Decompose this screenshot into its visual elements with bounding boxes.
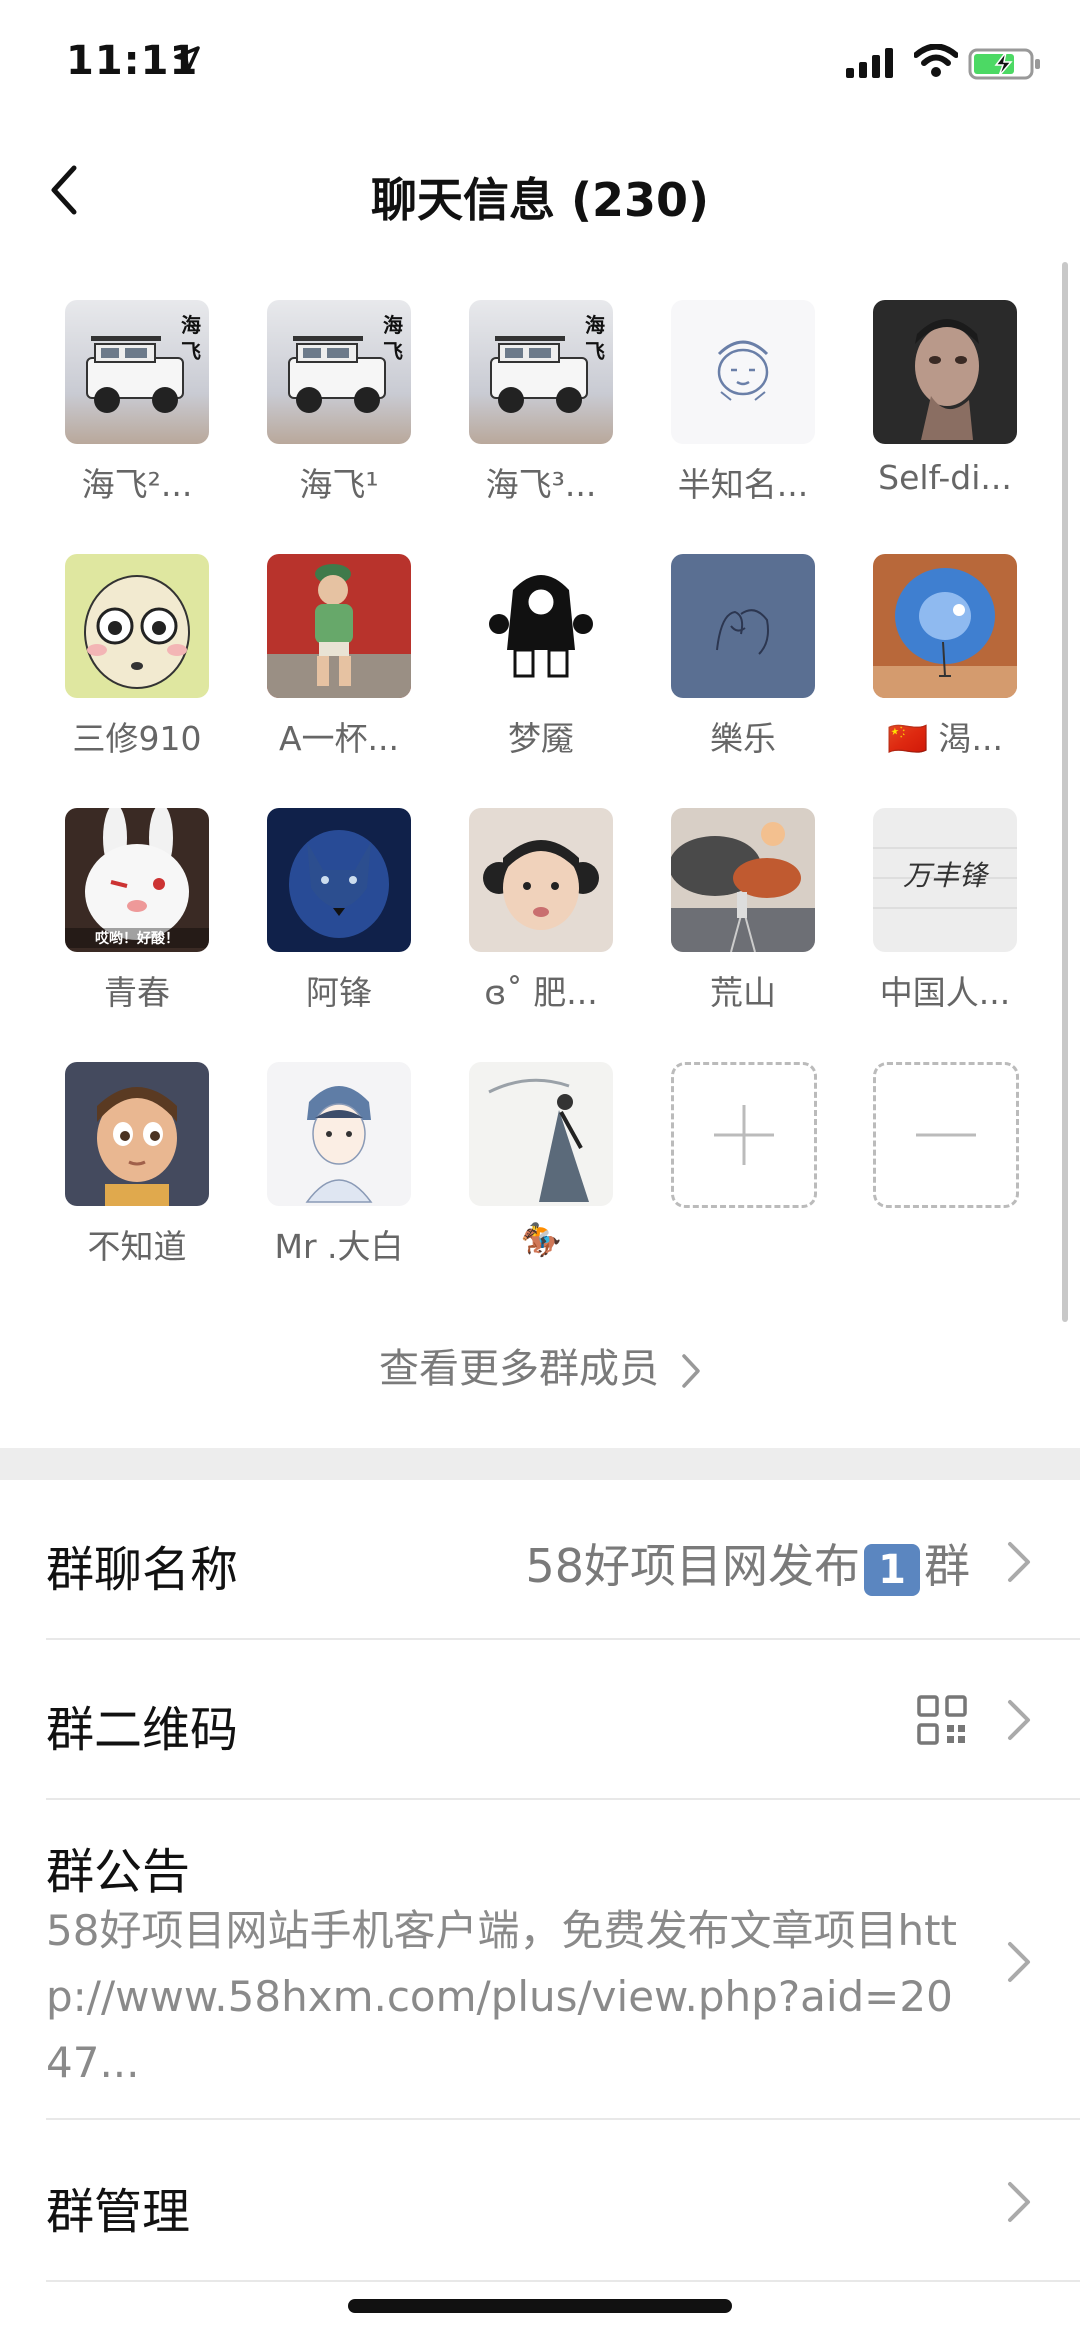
member-name: 阿锋 xyxy=(306,973,372,1012)
remove-member-button[interactable] xyxy=(852,1062,1022,1292)
cartoon-bald-avatar xyxy=(65,554,209,698)
avatar-caption: 万丰锋 xyxy=(902,859,987,892)
page-title: 聊天信息 (230) xyxy=(370,173,710,227)
chevron-right-icon xyxy=(1008,1942,1030,1982)
wolf-avatar xyxy=(267,808,411,952)
group-announcement-row[interactable]: 群公告 58好项目网站手机客户端，免费发布文章项目http://www.58hx… xyxy=(46,1800,1080,2118)
divider xyxy=(46,2280,1080,2282)
chevron-right-icon xyxy=(1008,1700,1030,1740)
jeep-avatar: 海 飞 xyxy=(469,300,613,444)
blue-sketch-avatar xyxy=(671,554,815,698)
wifi-icon xyxy=(914,44,958,77)
chevron-right-icon xyxy=(1008,2182,1030,2222)
child-photo-avatar xyxy=(267,554,411,698)
number-badge: 1 xyxy=(864,1543,920,1596)
avatar-caption: 海 飞 xyxy=(585,313,605,363)
section-gap xyxy=(0,1448,1080,1480)
view-more-members-label: 查看更多群成员 xyxy=(379,1346,659,1392)
member-name: 海飞¹ xyxy=(299,465,379,504)
member-item[interactable]: 万丰锋 中国人... xyxy=(852,808,1022,1038)
cave-sky-avatar xyxy=(873,554,1017,698)
add-member-box xyxy=(671,1062,817,1208)
chevron-right-icon xyxy=(1008,1542,1030,1582)
member-item[interactable]: 梦魇 xyxy=(448,554,618,784)
member-name: 樂乐 xyxy=(710,719,776,758)
group-manage-label: 群管理 xyxy=(46,2184,191,2240)
member-item[interactable]: 海 飞 海飞²... xyxy=(44,300,214,530)
avatar-caption: 海 飞 xyxy=(383,313,403,363)
member-item[interactable]: Self-di... xyxy=(852,300,1022,530)
view-more-members-link[interactable]: 查看更多群成员 xyxy=(0,1336,1080,1394)
member-item[interactable]: 海 飞 海飞³... xyxy=(448,300,618,530)
member-name: 🇨🇳 渴... xyxy=(886,719,1004,758)
member-item[interactable]: 半知名... xyxy=(650,300,820,530)
member-item[interactable]: 荒山 xyxy=(650,808,820,1038)
member-name: A一杯... xyxy=(278,719,400,758)
cartoon-figure-avatar xyxy=(469,554,613,698)
nav-bar: 聊天信息 (230) xyxy=(0,130,1080,250)
battery-icon xyxy=(968,48,1040,80)
ink-painting-avatar xyxy=(469,1062,613,1206)
member-item[interactable]: 海 飞 海飞¹ xyxy=(246,300,416,530)
member-name: 梦魇 xyxy=(508,719,574,758)
sketch-face-avatar xyxy=(671,300,815,444)
cartoon-boy-avatar xyxy=(65,1062,209,1206)
group-name-prefix: 58好项目网发布 xyxy=(525,1539,860,1593)
member-item[interactable]: Mr .大白 xyxy=(246,1062,416,1292)
minus-icon xyxy=(916,1133,976,1137)
anime-boy-avatar xyxy=(267,1062,411,1206)
member-name: 中国人... xyxy=(879,973,1011,1012)
group-name-label: 群聊名称 xyxy=(46,1542,239,1598)
member-name: 🏇 xyxy=(520,1220,562,1259)
member-item[interactable]: 阿锋 xyxy=(246,808,416,1038)
member-item[interactable]: 樂乐 xyxy=(650,554,820,784)
member-item[interactable]: 哎哟！好酸！ 青春 xyxy=(44,808,214,1038)
member-item[interactable]: ɞ˚ 肥... xyxy=(448,808,618,1038)
member-item[interactable]: 🇨🇳 渴... xyxy=(852,554,1022,784)
group-name-row[interactable]: 群聊名称 58好项目网发布 1 群 xyxy=(46,1480,1080,1640)
handwriting-avatar: 万丰锋 xyxy=(873,808,1017,952)
white-rabbit-avatar: 哎哟！好酸！ xyxy=(65,808,209,952)
avatar-caption: 海 飞 xyxy=(181,313,201,363)
group-qr-row[interactable]: 群二维码 xyxy=(46,1640,1080,1800)
group-name-value: 58好项目网发布 1 群 xyxy=(525,1530,970,1596)
status-bar: 11:11 xyxy=(0,0,1080,130)
member-name: 不知道 xyxy=(87,1227,187,1266)
member-name: 三修910 xyxy=(72,719,202,758)
group-manage-row[interactable]: 群管理 xyxy=(46,2120,1080,2280)
jeep-avatar: 海 飞 xyxy=(65,300,209,444)
signal-icon xyxy=(846,48,893,78)
member-item[interactable]: A一杯... xyxy=(246,554,416,784)
group-name-suffix: 群 xyxy=(924,1539,970,1593)
location-arrow-icon xyxy=(174,46,200,72)
member-name: Self-di... xyxy=(878,458,1012,497)
member-name: 半知名... xyxy=(677,465,809,504)
jeep-avatar: 海 飞 xyxy=(267,300,411,444)
qr-code-icon xyxy=(917,1695,967,1745)
member-item[interactable]: 🏇 xyxy=(448,1062,618,1292)
member-name: 海飞³... xyxy=(485,465,597,504)
member-name: 海飞²... xyxy=(81,465,193,504)
group-announcement-text: 58好项目网站手机客户端，免费发布文章项目http://www.58hxm.co… xyxy=(46,1906,957,2087)
plus-icon xyxy=(714,1105,774,1165)
member-name: 荒山 xyxy=(710,973,776,1012)
home-indicator[interactable] xyxy=(348,2299,732,2313)
chevron-right-icon xyxy=(682,1354,700,1388)
group-announcement-label: 群公告 xyxy=(46,1844,191,1900)
add-member-button[interactable] xyxy=(650,1062,820,1292)
member-item[interactable]: 不知道 xyxy=(44,1062,214,1292)
smoke-scene-avatar xyxy=(671,808,815,952)
girl-photo-avatar xyxy=(469,808,613,952)
avatar-caption: 哎哟！好酸！ xyxy=(65,928,209,948)
member-item[interactable]: 三修910 xyxy=(44,554,214,784)
group-qr-label: 群二维码 xyxy=(46,1702,239,1758)
scrollbar[interactable] xyxy=(1062,262,1068,1322)
member-name: ɞ˚ 肥... xyxy=(484,973,598,1012)
man-portrait-avatar xyxy=(873,300,1017,444)
member-name: 青春 xyxy=(104,973,170,1012)
member-name: Mr .大白 xyxy=(274,1227,404,1266)
remove-member-box xyxy=(873,1062,1019,1208)
